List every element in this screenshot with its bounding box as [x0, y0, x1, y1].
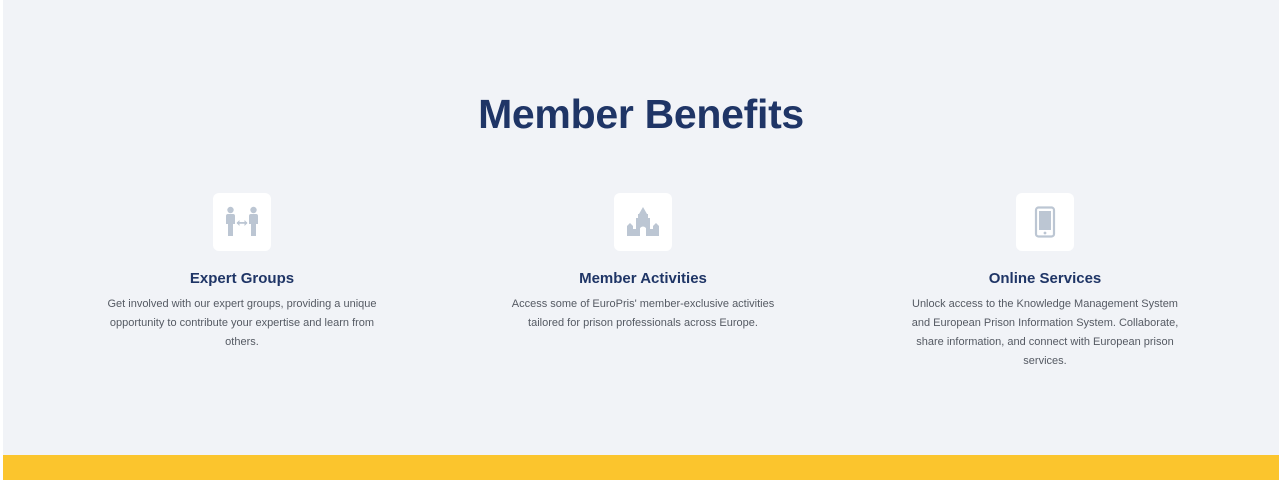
section-title: Member Benefits: [478, 91, 804, 137]
benefit-card-expert-groups: Expert Groups Get involved with our expe…: [92, 193, 392, 352]
benefit-card-online-services: Online Services Unlock access to the Kno…: [895, 193, 1195, 371]
people-exchange-icon: [213, 193, 271, 251]
benefit-description: Get involved with our expert groups, pro…: [107, 298, 377, 348]
benefit-card-member-activities: Member Activities Access some of EuroPri…: [493, 193, 793, 333]
benefit-title: Member Activities: [579, 270, 707, 287]
footer-accent-bar: [3, 455, 1279, 480]
benefit-title: Expert Groups: [189, 270, 295, 287]
member-benefits-section: Member Benefits Expert Groups Get involv…: [3, 0, 1279, 455]
mobile-phone-icon: [1016, 193, 1074, 251]
benefit-title: Online Services: [988, 270, 1102, 287]
benefit-description: Access some of EuroPris' member-exclusiv…: [511, 298, 775, 329]
building-icon: [614, 193, 672, 251]
benefit-description: Unlock access to the Knowledge Managemen…: [911, 298, 1179, 367]
